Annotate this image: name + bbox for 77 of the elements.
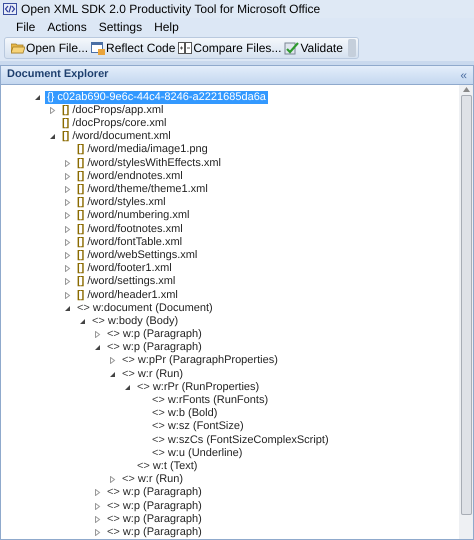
menu-item[interactable]: Help xyxy=(154,18,179,36)
tree-item[interactable]: <> w:p (Paragraph) xyxy=(105,512,204,526)
expanded-arrow-icon[interactable] xyxy=(48,133,56,140)
tree-item[interactable]: [] /word/endnotes.xml xyxy=(75,170,185,183)
expanded-arrow-icon[interactable] xyxy=(64,304,70,312)
panel-title: Document Explorer xyxy=(7,67,108,82)
toolbar-button[interactable]: Validate xyxy=(284,39,343,58)
expanded-arrow-icon[interactable] xyxy=(124,384,130,391)
collapsed-arrow-icon[interactable] xyxy=(94,502,100,510)
collapsed-arrow-icon[interactable] xyxy=(64,292,70,299)
tree-item[interactable]: [] /word/settings.xml xyxy=(75,275,178,288)
collapse-button[interactable]: « xyxy=(460,66,467,84)
expanded-arrow-icon[interactable] xyxy=(94,344,100,352)
collapsed-arrow-icon[interactable] xyxy=(94,516,100,523)
collapsed-arrow-icon[interactable] xyxy=(94,489,100,496)
tree-item[interactable]: <> w:p (Paragraph) xyxy=(105,341,204,354)
tree-item[interactable]: <> w:r (Run) xyxy=(120,368,186,381)
tree-item[interactable]: <> w:body (Body) xyxy=(90,314,180,328)
collapsed-arrow-icon[interactable] xyxy=(48,106,56,114)
tree-item[interactable]: <> w:b (Bold) xyxy=(150,407,220,420)
tree-item[interactable]: <> w:rPr (RunProperties) xyxy=(135,380,262,394)
tree-item[interactable]: [] /word/theme/theme1.xml xyxy=(75,183,210,196)
collapsed-arrow-icon[interactable] xyxy=(64,278,70,286)
tree-item[interactable]: [] /docProps/app.xml xyxy=(60,104,166,117)
tree-item[interactable]: [] /word/media/image1.png xyxy=(75,143,210,156)
tree-item[interactable]: [] /word/footnotes.xml xyxy=(75,222,185,236)
collapsed-arrow-icon[interactable] xyxy=(64,238,70,246)
tree-item[interactable]: <> w:p (Paragraph) xyxy=(105,328,204,342)
collapsed-arrow-icon[interactable] xyxy=(108,357,116,364)
scrollbar-thumb[interactable] xyxy=(460,94,472,515)
tree-item[interactable]: [] /word/fontTable.xml xyxy=(75,236,184,249)
collapsed-arrow-icon[interactable] xyxy=(64,226,70,233)
window-title: Open XML SDK 2.0 Productivity Tool for Microsoft Office xyxy=(21,1,320,18)
tree-item[interactable]: [] /docProps/core.xml xyxy=(60,117,168,130)
tree-item[interactable]: <> w:pPr (ParagraphProperties) xyxy=(120,354,280,368)
menu-item[interactable]: Settings xyxy=(98,18,142,36)
tree-item[interactable]: <> w:p (Paragraph) xyxy=(105,526,204,539)
menu-item[interactable]: Actions xyxy=(47,18,87,36)
window-icon xyxy=(91,42,106,55)
tree-item[interactable]: [] /word/styles.xml xyxy=(75,196,168,210)
toolbar-button[interactable]: Reflect Code xyxy=(91,39,176,58)
tree-item[interactable]: <> w:t (Text) xyxy=(135,460,200,473)
app-icon xyxy=(3,3,17,15)
tree-item[interactable]: <> w:szCs (FontSizeComplexScript) xyxy=(150,434,331,447)
collapsed-arrow-icon[interactable] xyxy=(94,528,100,536)
tree-item[interactable]: <> w:r (Run) xyxy=(120,473,186,486)
tree-item[interactable]: [] /word/document.xml xyxy=(60,130,173,144)
tree-item[interactable]: <> w:p (Paragraph) xyxy=(105,486,204,500)
tree-item[interactable]: [] /word/header1.xml xyxy=(75,288,180,302)
tree-item[interactable]: [] /word/footer1.xml xyxy=(75,262,174,276)
collapsed-arrow-icon[interactable] xyxy=(64,160,70,167)
collapsed-arrow-icon[interactable] xyxy=(64,212,70,220)
tree-item[interactable]: [] /word/numbering.xml xyxy=(75,209,192,222)
collapsed-arrow-icon[interactable] xyxy=(64,265,70,272)
collapsed-arrow-icon[interactable] xyxy=(108,476,116,484)
menu-item[interactable]: File xyxy=(16,18,36,36)
folder-icon xyxy=(11,42,25,54)
collapsed-arrow-icon[interactable] xyxy=(64,252,70,259)
collapsed-arrow-icon[interactable] xyxy=(64,172,70,180)
tree-item[interactable]: <> w:p (Paragraph) xyxy=(105,500,204,513)
checkmark-icon xyxy=(284,42,300,55)
compare-icon xyxy=(178,42,192,54)
tree-item[interactable]: [] /word/webSettings.xml xyxy=(75,248,200,262)
scrollbar[interactable] xyxy=(459,84,473,539)
collapsed-arrow-icon[interactable] xyxy=(64,186,70,194)
collapsed-arrow-icon[interactable] xyxy=(64,199,70,206)
tree-item[interactable]: <> w:sz (FontSize) xyxy=(150,420,246,434)
toolbar-button[interactable]: Compare Files... xyxy=(178,39,282,58)
expanded-arrow-icon[interactable] xyxy=(34,94,40,101)
tree-item[interactable]: <> w:rFonts (RunFonts) xyxy=(150,394,270,408)
tree-item[interactable]: [] /word/stylesWithEffects.xml xyxy=(75,156,223,170)
toolbar-button[interactable]: Open File... xyxy=(11,39,88,58)
tree-item[interactable]: <> w:document (Document) xyxy=(75,302,215,315)
expanded-arrow-icon[interactable] xyxy=(108,370,116,378)
collapsed-arrow-icon[interactable] xyxy=(94,331,100,338)
tree-item[interactable]: <> w:u (Underline) xyxy=(150,446,244,460)
expanded-arrow-icon[interactable] xyxy=(78,318,86,325)
